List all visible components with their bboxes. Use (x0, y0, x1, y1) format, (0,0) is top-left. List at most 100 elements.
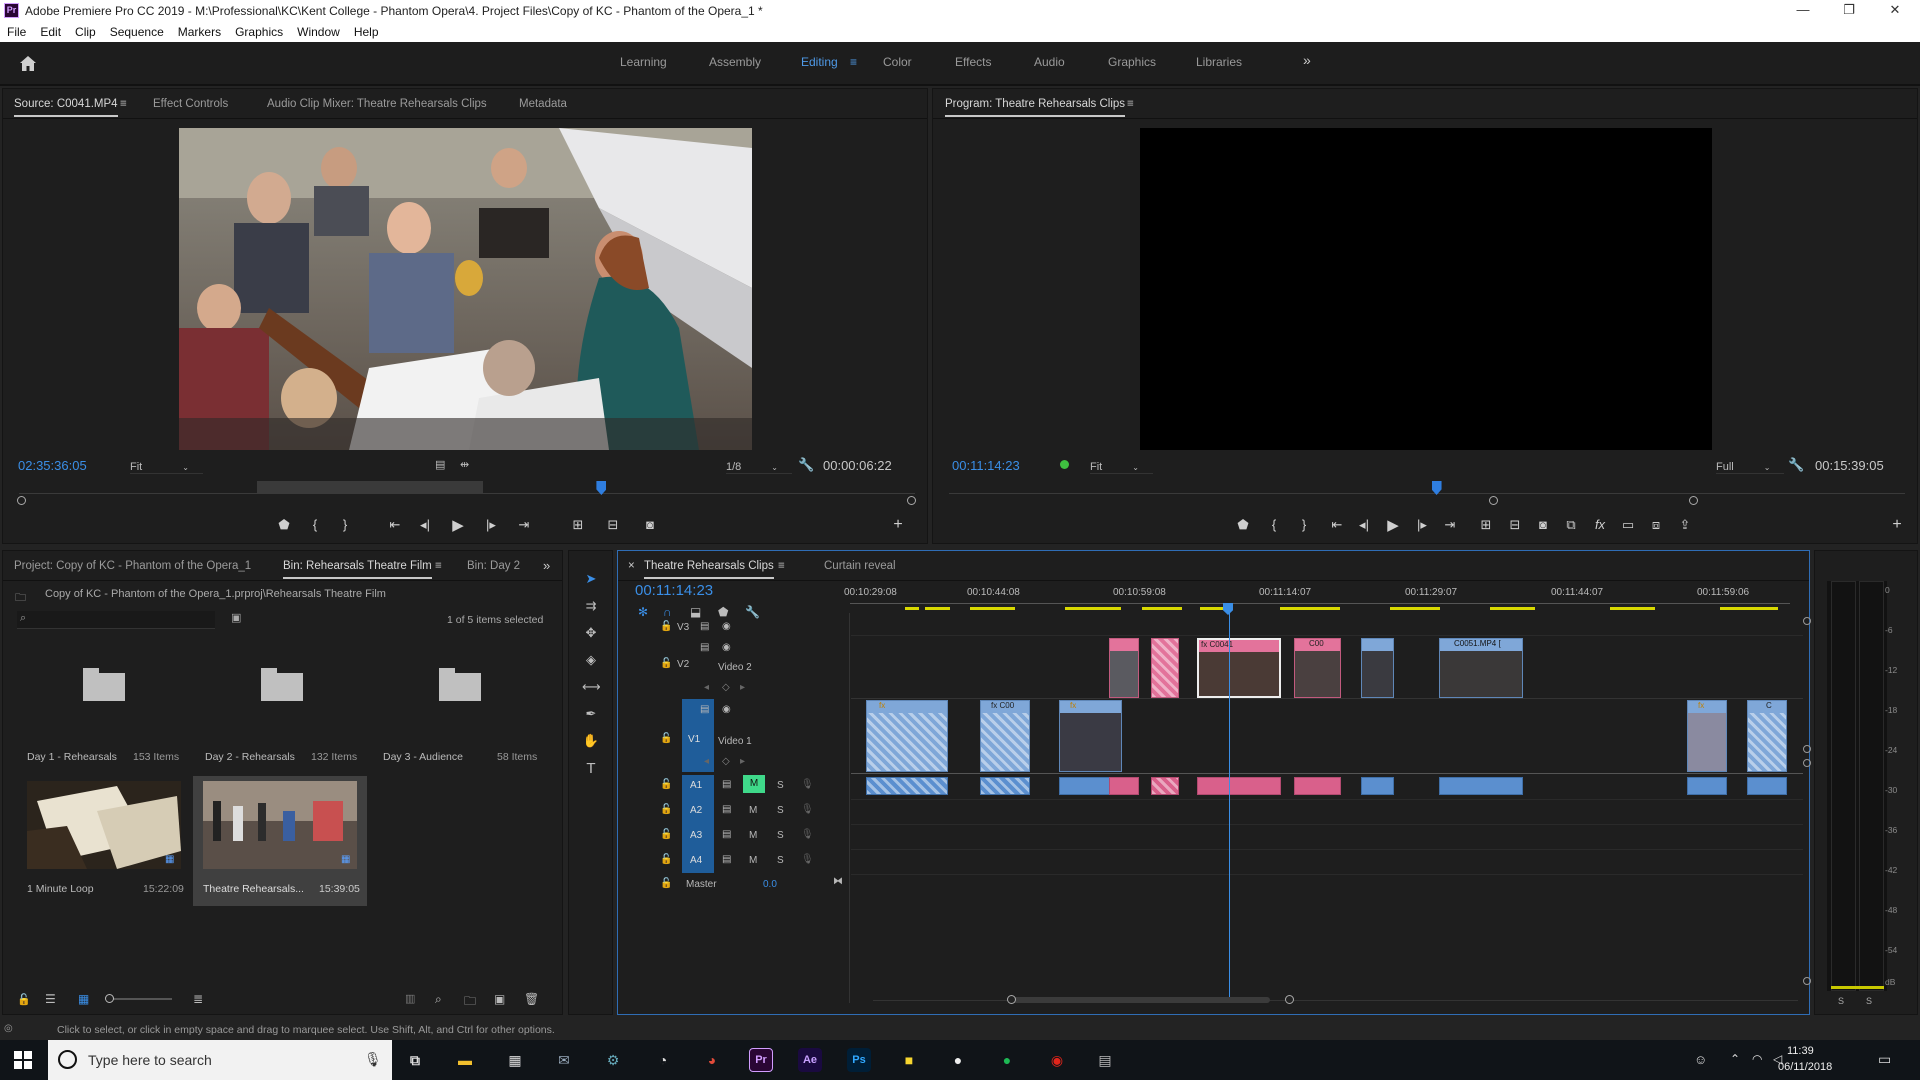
spotify-icon[interactable]: ● (990, 1043, 1024, 1077)
tab-bin-rehearsals[interactable]: Bin: Rehearsals Theatre Film (283, 560, 432, 579)
sync-lock-icon[interactable]: ▤ (700, 642, 709, 653)
menu-help[interactable]: Help (347, 22, 386, 42)
sync-lock-icon[interactable]: ▤ (700, 704, 709, 715)
zoom-handle-left[interactable] (17, 496, 26, 505)
lock-icon[interactable]: 🔓 (17, 993, 31, 1006)
workspace-effects[interactable]: Effects (955, 55, 991, 69)
mark-out-icon[interactable]: } (1295, 517, 1313, 532)
source-resolution-dropdown[interactable]: 1/8 ⌄ (726, 461, 792, 474)
list-view-icon[interactable]: ☰ (45, 992, 56, 1006)
export-frame-icon[interactable]: ⇪ (1676, 517, 1694, 533)
solo-button-a4[interactable]: S (777, 855, 784, 866)
find-icon[interactable]: ⌕ (435, 992, 442, 1007)
wrench-icon[interactable]: 🔧 (1788, 457, 1804, 473)
audio-clip[interactable] (980, 777, 1030, 795)
ripple-edit-tool-icon[interactable]: ✥ (582, 625, 600, 641)
tab-program[interactable]: Program: Theatre Rehearsals Clips (945, 98, 1126, 117)
microphone-icon[interactable]: 🎙 (801, 779, 814, 790)
menu-markers[interactable]: Markers (171, 22, 228, 42)
add-button-icon[interactable]: + (889, 516, 907, 534)
track-label-v1[interactable]: V1 (688, 734, 700, 745)
wifi-icon[interactable]: ◠ (1752, 1052, 1762, 1066)
fx-icon[interactable]: fx (1591, 517, 1609, 532)
drag-video-icon[interactable]: ▤ (435, 458, 445, 471)
project-search-input[interactable]: ⌕ (17, 611, 215, 629)
workspace-learning[interactable]: Learning (620, 55, 667, 69)
add-button-icon[interactable]: + (1888, 516, 1906, 534)
compare-icon[interactable]: ⧉ (1562, 517, 1580, 533)
v-scroll-handle[interactable] (1803, 977, 1811, 985)
zoom-handle-right[interactable] (907, 496, 916, 505)
premiere-taskbar-icon[interactable]: Pr (749, 1048, 773, 1072)
video-clip[interactable]: C (1747, 700, 1787, 772)
hand-tool-icon[interactable]: ✋ (582, 733, 600, 749)
sticky-notes-icon[interactable]: ■ (892, 1043, 926, 1077)
home-icon[interactable] (18, 54, 38, 72)
sync-lock-icon[interactable]: ▤ (722, 804, 731, 815)
track-label-a4[interactable]: A4 (690, 855, 702, 866)
tab-project[interactable]: Project: Copy of KC - Phantom of the Ope… (14, 560, 251, 572)
menu-edit[interactable]: Edit (33, 22, 68, 42)
tab-theatre-rehearsals[interactable]: Theatre Rehearsals Clips (644, 560, 774, 579)
zoom-handle-right[interactable] (1689, 496, 1698, 505)
chrome-icon[interactable]: ◕ (695, 1043, 729, 1077)
automate-icon[interactable]: ▥ (405, 992, 415, 1005)
bin-menu-icon[interactable]: ≡ (435, 560, 442, 572)
audio-clip[interactable] (866, 777, 948, 795)
calculator-icon[interactable]: ▦ (498, 1043, 532, 1077)
mute-button-a4[interactable]: M (749, 855, 757, 866)
clock-date[interactable]: 06/11/2018 (1778, 1061, 1832, 1073)
program-scrubber[interactable] (949, 481, 1905, 505)
go-to-in-icon[interactable]: ⇤ (386, 517, 404, 533)
sync-lock-icon[interactable]: ▤ (700, 621, 709, 632)
tab-metadata[interactable]: Metadata (519, 98, 567, 110)
menu-graphics[interactable]: Graphics (228, 22, 290, 42)
workspace-graphics[interactable]: Graphics (1108, 55, 1156, 69)
track-label-a2[interactable]: A2 (690, 805, 702, 816)
mail-icon[interactable]: ✉ (547, 1043, 581, 1077)
creative-cloud-icon[interactable]: ◉ (1040, 1043, 1074, 1077)
keyframe-icon[interactable]: ◇ (722, 756, 730, 767)
mute-button-a3[interactable]: M (749, 830, 757, 841)
step-forward-icon[interactable]: |▸ (1413, 517, 1431, 533)
sync-lock-icon[interactable]: ▤ (722, 854, 731, 865)
overwrite-icon[interactable]: ⊟ (604, 517, 622, 533)
step-back-icon[interactable]: ◂| (1355, 517, 1373, 533)
audio-clip[interactable] (1747, 777, 1787, 795)
lock-icon[interactable]: 🔓 (660, 878, 672, 889)
go-to-out-icon[interactable]: ⇥ (1441, 517, 1459, 533)
app-circle-icon[interactable]: ◔ (646, 1043, 680, 1077)
go-to-end-icon[interactable]: ⧓ (833, 876, 843, 887)
audio-clip[interactable] (1294, 777, 1341, 795)
task-view-icon[interactable]: ⧉ (398, 1043, 432, 1077)
camera-icon[interactable]: ◙ (641, 517, 659, 532)
prev-keyframe-icon[interactable]: ◂ (704, 682, 709, 693)
timeline-menu-icon[interactable]: ≡ (778, 560, 785, 572)
menu-file[interactable]: File (0, 22, 33, 42)
program-resolution-dropdown[interactable]: Full ⌄ (1716, 461, 1785, 474)
master-level-value[interactable]: 0.0 (763, 879, 777, 890)
tab-source[interactable]: Source: C0041.MP4 (14, 98, 118, 117)
eye-icon[interactable]: ◉ (722, 704, 731, 715)
icon-view-icon[interactable]: ▦ (78, 992, 89, 1006)
workspace-color[interactable]: Color (883, 55, 912, 69)
video-clip[interactable]: C0051.MP4 [ (1439, 638, 1523, 698)
menu-clip[interactable]: Clip (68, 22, 103, 42)
add-marker-icon[interactable]: ⬟ (1234, 517, 1252, 533)
restore-button[interactable]: ❐ (1826, 0, 1872, 22)
after-effects-icon[interactable]: Ae (798, 1048, 822, 1072)
taskbar-search-box[interactable]: Type here to search 🎙 (48, 1040, 392, 1080)
wrench-icon[interactable]: 🔧 (798, 457, 814, 473)
timeline-timecode[interactable]: 00:11:14:23 (635, 582, 713, 599)
keyframe-icon[interactable]: ◇ (722, 682, 730, 693)
lock-icon[interactable]: 🔓 (660, 854, 672, 865)
play-icon[interactable]: ▶ (1384, 516, 1402, 534)
program-menu-icon[interactable]: ≡ (1127, 98, 1134, 110)
razor-tool-icon[interactable]: ◈ (582, 652, 600, 668)
audio-clip[interactable] (1687, 777, 1727, 795)
video-clip[interactable] (1151, 638, 1179, 698)
solo-button-a3[interactable]: S (777, 830, 784, 841)
solo-button-a2[interactable]: S (777, 805, 784, 816)
steam-icon[interactable]: ⚙ (596, 1043, 630, 1077)
drag-audio-icon[interactable]: ⇹ (460, 458, 469, 471)
